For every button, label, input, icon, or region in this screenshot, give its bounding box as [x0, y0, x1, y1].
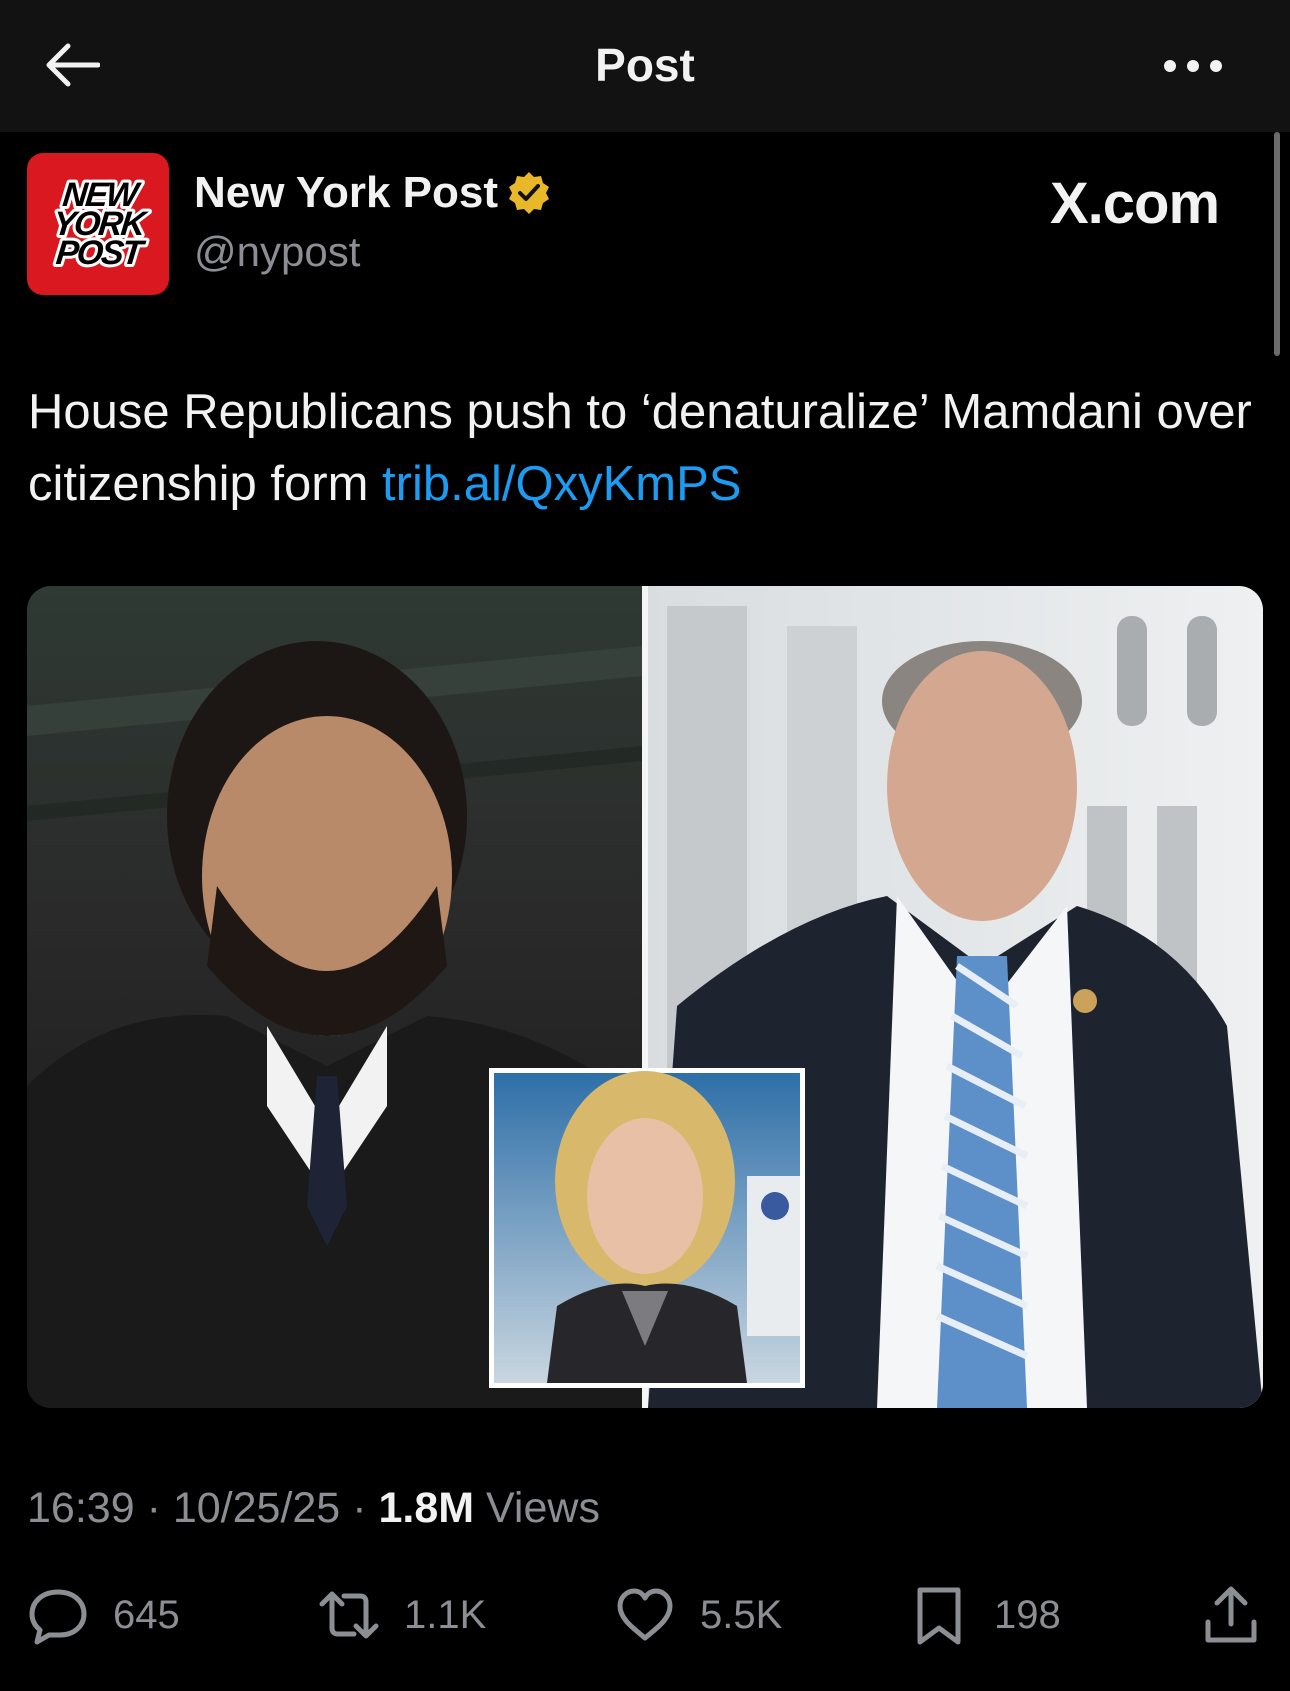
post-text: House Republicans push to ‘denaturalize’…: [28, 376, 1258, 520]
post-date: 10/25/25: [172, 1484, 341, 1532]
action-bar: 645 1.1K 5.5K 198: [0, 1580, 1290, 1650]
new-york-post-logo: NEW YORK POST: [48, 173, 153, 275]
post-image[interactable]: [27, 586, 1263, 1408]
meta-separator: ·: [352, 1484, 367, 1532]
avatar[interactable]: NEW YORK POST: [27, 153, 169, 295]
bookmark-count: 198: [994, 1592, 1061, 1637]
repost-count: 1.1K: [404, 1592, 487, 1637]
like-count: 5.5K: [700, 1592, 783, 1637]
heart-icon: [617, 1588, 673, 1641]
meta-separator: ·: [146, 1484, 161, 1532]
share-icon: [1205, 1586, 1257, 1643]
reply-button[interactable]: 645: [27, 1580, 180, 1650]
image-collage: [27, 586, 1263, 1408]
reply-count: 645: [113, 1592, 180, 1637]
scrollbar[interactable]: [1274, 132, 1280, 356]
views-link[interactable]: 1.8M Views: [378, 1484, 599, 1532]
repost-button[interactable]: 1.1K: [318, 1580, 486, 1650]
top-bar: Post: [0, 0, 1290, 132]
post-link[interactable]: trib.al/QxyKmPS: [382, 457, 741, 511]
verified-badge-icon: [509, 172, 550, 214]
svg-text:POST: POST: [54, 234, 148, 272]
views-label: Views: [474, 1484, 600, 1532]
repost-icon: [319, 1591, 379, 1639]
post-time: 16:39: [27, 1484, 135, 1532]
account-handle[interactable]: @nypost: [194, 228, 360, 276]
reply-icon: [29, 1589, 87, 1645]
views-count: 1.8M: [378, 1484, 475, 1532]
bookmark-icon: [917, 1587, 961, 1645]
bookmark-button[interactable]: 198: [908, 1580, 1061, 1650]
more-horizontal-icon: [1164, 60, 1222, 72]
share-button[interactable]: [1200, 1580, 1262, 1650]
post-meta: 16:39 · 10/25/25 · 1.8M Views: [27, 1484, 600, 1533]
account-name-text: New York Post: [194, 168, 499, 217]
page-title: Post: [595, 39, 695, 91]
like-button[interactable]: 5.5K: [614, 1580, 782, 1650]
x-com-watermark: X.com: [1050, 171, 1220, 236]
account-name[interactable]: New York Post: [194, 168, 552, 218]
more-options-button[interactable]: [1160, 46, 1226, 86]
